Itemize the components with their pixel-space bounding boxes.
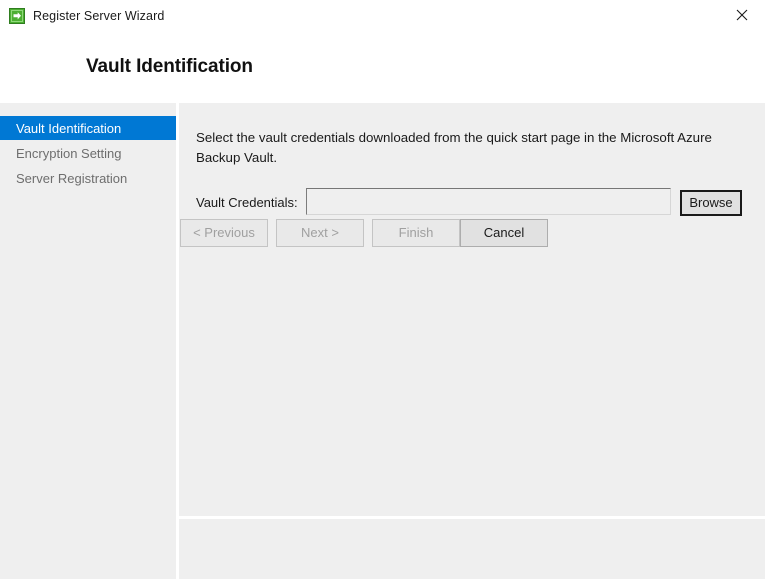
window-title: Register Server Wizard — [33, 9, 165, 23]
header: Vault Identification — [0, 32, 765, 103]
vault-credentials-label: Vault Credentials: — [196, 195, 298, 210]
cancel-button[interactable]: Cancel — [460, 219, 548, 247]
sidebar-item-label: Encryption Setting — [16, 145, 122, 161]
sidebar-item-encryption-setting[interactable]: Encryption Setting — [0, 141, 176, 165]
sidebar-item-vault-identification[interactable]: Vault Identification — [0, 116, 176, 140]
vault-credentials-input[interactable] — [306, 188, 671, 215]
page-title: Vault Identification — [86, 56, 253, 77]
sidebar-item-label: Vault Identification — [16, 120, 122, 136]
footer — [179, 519, 765, 579]
register-server-wizard-window: Register Server Wizard Vault Identificat… — [0, 0, 765, 579]
wizard-steps-sidebar: Vault Identification Encryption Setting … — [0, 103, 176, 579]
green-arrow-icon — [9, 8, 25, 24]
body-area: Vault Identification Encryption Setting … — [0, 103, 765, 579]
titlebar: Register Server Wizard — [0, 0, 765, 32]
previous-button[interactable]: < Previous — [180, 219, 268, 247]
content-panel: Select the vault credentials downloaded … — [179, 103, 765, 579]
close-icon[interactable] — [719, 0, 765, 30]
instruction-text: Select the vault credentials downloaded … — [196, 130, 712, 165]
vault-credentials-row: Vault Credentials: Browse — [179, 188, 765, 218]
next-button[interactable]: Next > — [276, 219, 364, 247]
sidebar-item-label: Server Registration — [16, 170, 128, 186]
browse-button[interactable]: Browse — [680, 190, 742, 216]
sidebar-item-server-registration[interactable]: Server Registration — [0, 166, 176, 190]
finish-button[interactable]: Finish — [372, 219, 460, 247]
